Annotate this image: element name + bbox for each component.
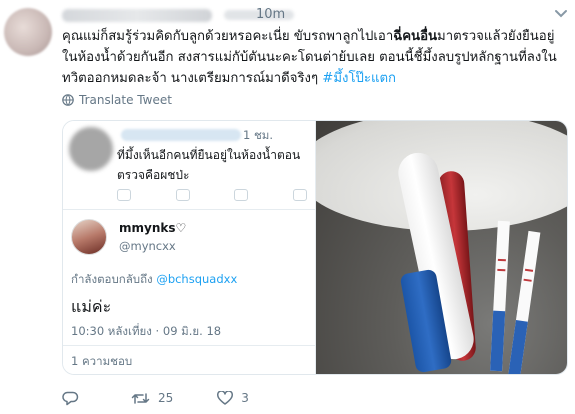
tweet-text-bold: ฉี่คนอื่น xyxy=(393,29,438,44)
replying-to-label: กำลังตอบกลับถึง xyxy=(71,272,157,286)
author-name-redacted[interactable] xyxy=(62,8,212,22)
like-button[interactable]: 3 xyxy=(217,391,249,405)
quoted-dm-icon xyxy=(292,189,307,201)
reply-time: 10:30 หลังเที่ยง · 09 มิ.ย. 18 xyxy=(71,324,222,338)
replying-to-handle: @bchsquadxx xyxy=(156,272,238,286)
quoted-retweet-icon xyxy=(175,189,190,201)
divider xyxy=(63,209,315,210)
photo-test-strip xyxy=(490,220,510,372)
replying-to: กำลังตอบกลับถึง @bchsquadxx xyxy=(71,271,237,289)
tweet-time[interactable]: 10m xyxy=(256,7,285,22)
quoted-handle-redacted xyxy=(121,129,241,141)
tweet-text: คุณแม่ก็สมรู้ร่วมคิดกับลูกด้วยหรอคะเนี่ย… xyxy=(62,26,568,89)
tweet-actions: 25 3 xyxy=(62,388,293,408)
globe-icon xyxy=(62,94,74,106)
quoted-actions xyxy=(117,189,307,203)
quoted-reply-icon xyxy=(117,189,131,201)
media-photo[interactable] xyxy=(316,121,567,374)
tweet-text-part1: คุณแม่ก็สมรู้ร่วมคิดกับลูกด้วยหรอคะเนี่ย… xyxy=(62,29,394,44)
quoted-text: ที่มึ้งเห็นอีกคนที่ยืนอยู่ในห้องน้ำตอนตร… xyxy=(117,148,301,182)
tweet: 10m คุณแม่ก็สมรู้ร่วมคิดกับลูกด้วยหรอคะเ… xyxy=(0,0,575,414)
like-count: 3 xyxy=(241,391,249,405)
reply-button[interactable] xyxy=(62,391,87,406)
hashtag-link[interactable]: #มึ้งโป๊ะแตก xyxy=(322,71,396,86)
divider xyxy=(63,345,315,346)
quoted-time: 1 ชม. xyxy=(243,128,274,142)
reply-handle: @myncxx xyxy=(119,239,176,253)
retweet-icon xyxy=(131,392,150,404)
reply-likes: 1 ความชอบ xyxy=(71,354,133,368)
translate-label: Translate Tweet xyxy=(79,93,172,107)
retweet-count: 25 xyxy=(158,391,174,405)
retweet-button[interactable]: 25 xyxy=(131,391,173,405)
author-avatar[interactable] xyxy=(4,8,52,56)
media-screenshot[interactable]: 1 ชม. ที่มึ้งเห็นอีกคนที่ยืนอยู่ในห้องน้… xyxy=(63,121,316,374)
reply-body: แม่ค่ะ xyxy=(71,297,112,316)
translate-tweet-link[interactable]: Translate Tweet xyxy=(62,93,172,107)
reply-avatar xyxy=(71,219,107,255)
quoted-avatar-redacted xyxy=(69,127,113,171)
tweet-media[interactable]: 1 ชม. ที่มึ้งเห็นอีกคนที่ยืนอยู่ในห้องน้… xyxy=(62,120,568,375)
heart-icon xyxy=(217,391,234,405)
quoted-heart-icon xyxy=(234,189,249,201)
photo-test-strip xyxy=(507,230,541,374)
reply-name: mmynks♡ xyxy=(119,221,187,235)
caret-down-icon[interactable] xyxy=(553,8,569,20)
reply-icon xyxy=(62,391,79,405)
